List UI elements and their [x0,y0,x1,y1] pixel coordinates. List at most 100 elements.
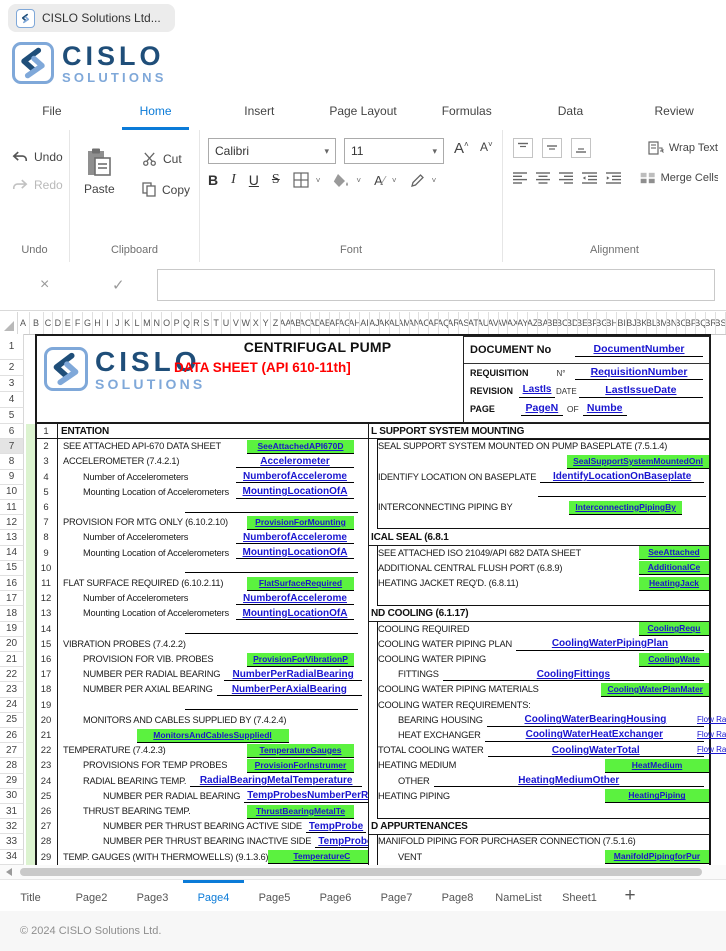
sheet-tab-namelist[interactable]: NameList [488,880,549,912]
row-value[interactable]: SealSupportSystemMountedOnl [567,455,709,469]
column-header-B[interactable]: B [30,312,44,334]
column-header-AM[interactable]: AM [400,312,410,334]
row-header-11[interactable]: 11 [0,500,24,515]
column-header-N[interactable]: N [152,312,162,334]
row-value[interactable]: NumberPerRadialBearing [224,669,362,682]
select-all-corner[interactable] [0,312,18,334]
strikethrough-button[interactable]: S [272,172,280,188]
flow-rate-link[interactable]: Flow Rate ( [697,730,726,739]
column-header-AC[interactable]: AC [301,312,311,334]
row-value[interactable]: CoolingWate [639,653,709,667]
ribbon-tab-file[interactable]: File [0,92,104,130]
column-header-BI[interactable]: BI [617,312,627,334]
column-header-A[interactable]: A [18,312,30,334]
row-value[interactable]: InterconnectingPipingBy [569,501,682,515]
formula-input[interactable] [157,269,715,301]
row-value[interactable]: CoolingWaterPlanMater [601,683,709,697]
row-header-23[interactable]: 23 [0,682,24,697]
column-header-AV[interactable]: AV [489,312,499,334]
row-value[interactable]: NumberofAccelerome [236,471,354,484]
row-value[interactable]: MountingLocationOfA [236,608,354,621]
sheet-tab-sheet1[interactable]: Sheet1 [549,880,610,912]
pen-caret-icon[interactable]: ˅ [432,176,437,185]
sheet-tab-page7[interactable]: Page7 [366,880,427,912]
row-value[interactable]: RadialBearingMetalTemperature [190,775,362,788]
ribbon-tab-review[interactable]: Review [622,92,726,130]
column-header-AX[interactable]: AX [508,312,518,334]
row-value[interactable]: TempProbe [315,836,368,849]
ribbon-tab-formulas[interactable]: Formulas [415,92,519,130]
sheet-tab-page4[interactable]: Page4 [183,880,244,912]
row-header-16[interactable]: 16 [0,576,24,591]
cut-button[interactable]: Cut [142,152,182,166]
row-value[interactable]: HeatMedium [605,759,709,773]
row-header-8[interactable]: 8 [0,454,24,469]
row-value[interactable]: AdditionalCe [639,561,709,575]
align-bottom-button[interactable] [571,138,591,158]
ribbon-tab-home[interactable]: Home [104,92,208,130]
sheet-tab-page2[interactable]: Page2 [61,880,122,912]
column-header-D[interactable]: D [53,312,63,334]
column-header-W[interactable]: W [241,312,251,334]
scrollbar-thumb[interactable] [20,868,702,876]
row-value[interactable]: HeatingPiping [605,789,709,803]
row-header-21[interactable]: 21 [0,652,24,667]
column-header-BD[interactable]: BD [568,312,578,334]
row-value[interactable]: MountingLocationOfA [236,486,354,499]
column-header-AS[interactable]: AS [459,312,469,334]
row-value[interactable]: Accelerometer [236,456,354,469]
column-header-BK[interactable]: BK [637,312,647,334]
increase-indent-button[interactable] [606,172,621,184]
row-header-30[interactable]: 30 [0,789,24,804]
paste-button[interactable]: Paste [84,148,115,196]
column-header-AJ[interactable]: AJ [370,312,380,334]
row-header-19[interactable]: 19 [0,622,24,637]
column-header-BF[interactable]: BF [588,312,598,334]
column-header-BB[interactable]: BB [548,312,558,334]
column-header-BQ[interactable]: BQ [696,312,706,334]
row-header-32[interactable]: 32 [0,819,24,834]
row-value[interactable]: HeatingMediumOther [434,775,704,788]
column-header-AH[interactable]: AH [350,312,360,334]
decrease-indent-button[interactable] [582,172,597,184]
fill-color-button[interactable] [333,173,349,188]
row-value[interactable]: TemperatureGauges [247,744,354,758]
borders-button[interactable] [293,172,309,188]
row-header-26[interactable]: 26 [0,728,24,743]
column-header-I[interactable]: I [103,312,113,334]
column-header-U[interactable]: U [222,312,232,334]
column-header-AA[interactable]: AA [281,312,291,334]
column-header-AQ[interactable]: AQ [439,312,449,334]
column-header-Y[interactable]: Y [261,312,271,334]
row-header-18[interactable]: 18 [0,606,24,621]
borders-caret-icon[interactable]: ˅ [316,176,321,185]
column-header-BG[interactable]: BG [597,312,607,334]
column-header-H[interactable]: H [93,312,103,334]
ribbon-tab-insert[interactable]: Insert [207,92,311,130]
ribbon-tab-page-layout[interactable]: Page Layout [311,92,415,130]
column-header-AD[interactable]: AD [311,312,321,334]
column-header-P[interactable]: P [172,312,182,334]
row-header-7[interactable]: 7 [0,439,24,454]
column-header-L[interactable]: L [133,312,143,334]
font-color-button[interactable]: A⁄ [374,173,385,188]
row-value[interactable]: TemperatureC [268,850,368,864]
row-value[interactable]: ProvisionForMounting [247,516,354,530]
column-header-BE[interactable]: BE [578,312,588,334]
row-header-27[interactable]: 27 [0,743,24,758]
column-header-BC[interactable]: BC [558,312,568,334]
column-header-M[interactable]: M [142,312,152,334]
row-header-33[interactable]: 33 [0,834,24,849]
row-header-17[interactable]: 17 [0,591,24,606]
row-value[interactable]: MountingLocationOfA [236,547,354,560]
column-header-BH[interactable]: BH [607,312,617,334]
column-header-C[interactable]: C [44,312,54,334]
flow-rate-link[interactable]: Flow Rate ( [697,715,726,724]
row-value[interactable]: SeeAttachedAPI670D [247,440,354,454]
column-header-AN[interactable]: AN [410,312,420,334]
column-header-AL[interactable]: AL [390,312,400,334]
row-header-24[interactable]: 24 [0,698,24,713]
align-left-button[interactable] [513,172,527,184]
sheet-tab-title[interactable]: Title [0,880,61,912]
row-header-25[interactable]: 25 [0,713,24,728]
